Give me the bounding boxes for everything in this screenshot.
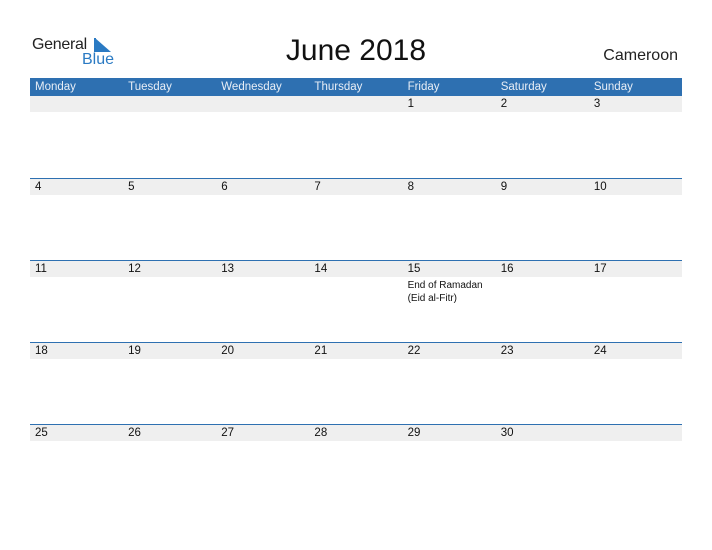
holiday-event: End of Ramadan (Eid al-Fitr) (407, 280, 483, 304)
day-cell (309, 96, 402, 112)
day-cell: 24 (593, 345, 607, 357)
day-cell: 11 (35, 263, 47, 275)
day-cell: 13 (221, 263, 235, 275)
day-cell: 20 (221, 345, 235, 357)
day-cell: 8 (407, 181, 414, 193)
event-cell (216, 359, 309, 361)
event-cell (123, 441, 216, 443)
day-cell (123, 96, 216, 112)
calendar-grid: Monday Tuesday Wednesday Thursday Friday… (30, 78, 682, 506)
weekday-thursday: Thursday (314, 81, 363, 93)
event-cell (123, 359, 216, 361)
day-cell: 30 (500, 427, 514, 439)
day-cell (30, 96, 123, 112)
day-cell: 7 (314, 181, 321, 193)
day-cell: 15 (407, 263, 421, 275)
day-cell: 14 (314, 263, 328, 275)
weekday-header: Monday Tuesday Wednesday Thursday Friday… (30, 78, 682, 96)
event-cell (123, 112, 216, 114)
day-cell (589, 425, 682, 441)
country-label: Cameroon (603, 47, 678, 64)
event-cell (496, 441, 589, 443)
event-cell (216, 277, 309, 305)
event-cell (309, 441, 402, 443)
day-cell: 28 (314, 427, 328, 439)
event-cell (496, 359, 589, 361)
day-cell: 23 (500, 345, 514, 357)
day-cell: 19 (128, 345, 141, 357)
day-cell: 25 (35, 427, 48, 439)
weekday-friday: Friday (407, 81, 440, 93)
weekday-monday: Monday (35, 81, 76, 93)
day-cell: 2 (500, 98, 508, 110)
event-cell (403, 359, 496, 361)
day-cell: 3 (593, 98, 601, 110)
event-cell (216, 441, 309, 443)
day-cell: 12 (128, 263, 141, 275)
week-row-5: 25 26 27 28 29 30 (30, 424, 682, 506)
event-cell (496, 277, 589, 305)
day-cell: 22 (407, 345, 421, 357)
event-cell (216, 112, 309, 114)
event-cell (589, 359, 682, 361)
day-cell: 10 (593, 181, 607, 193)
day-cell: 21 (314, 345, 328, 357)
day-cell: 1 (407, 98, 414, 110)
day-cell: 18 (35, 345, 48, 357)
event-cell (30, 195, 123, 197)
day-cell: 4 (35, 181, 42, 193)
week-row-4: 18 19 20 21 22 23 24 (30, 342, 682, 424)
weekday-saturday: Saturday (500, 81, 547, 93)
weekday-tuesday: Tuesday (128, 81, 172, 93)
weekday-sunday: Sunday (593, 81, 633, 93)
event-cell (123, 277, 216, 305)
day-cell: 29 (407, 427, 421, 439)
event-cell (589, 441, 682, 443)
event-cell (309, 277, 402, 305)
event-cell (589, 112, 682, 114)
day-cell (216, 96, 309, 112)
day-cell: 6 (221, 181, 228, 193)
event-cell (123, 195, 216, 197)
event-cell (589, 277, 682, 305)
event-cell (216, 195, 309, 197)
event-cell (309, 112, 402, 114)
event-cell (589, 195, 682, 197)
event-cell (30, 359, 123, 361)
week-row-3: 11 12 13 14 15 16 17 End of Ramadan (Eid… (30, 260, 682, 342)
event-cell (403, 195, 496, 197)
event-cell (403, 112, 496, 114)
day-cell: 17 (593, 263, 607, 275)
event-cell (30, 277, 123, 305)
event-cell (496, 112, 589, 114)
week-row-1: 1 2 3 (30, 96, 682, 178)
event-cell (309, 195, 402, 197)
event-cell (496, 195, 589, 197)
day-cell: 26 (128, 427, 141, 439)
day-cell: 5 (128, 181, 135, 193)
event-cell (30, 441, 123, 443)
weekday-wednesday: Wednesday (221, 81, 282, 93)
event-cell (403, 441, 496, 443)
day-cell: 9 (500, 181, 508, 193)
day-cell: 16 (500, 263, 514, 275)
week-row-2: 4 5 6 7 8 9 10 (30, 178, 682, 260)
event-cell (309, 359, 402, 361)
day-cell: 27 (221, 427, 235, 439)
event-cell (30, 112, 123, 114)
